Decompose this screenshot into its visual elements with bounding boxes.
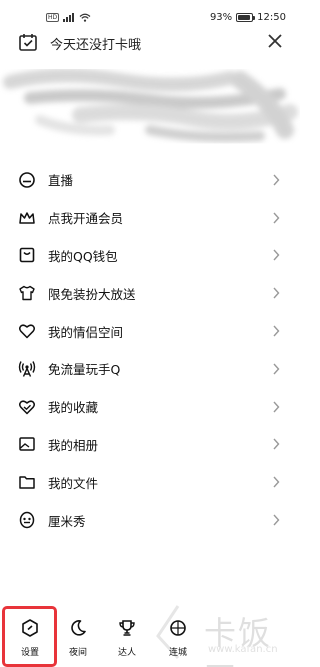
menu-item-free-data[interactable]: 免流量玩手Q	[0, 350, 300, 388]
menu-item-wallet[interactable]: 我的QQ钱包	[0, 237, 300, 275]
heart-icon	[18, 322, 36, 340]
status-time: 12:50	[257, 12, 286, 23]
wallet-icon	[18, 246, 36, 264]
city-icon	[170, 620, 186, 636]
chevron-right-icon	[273, 287, 280, 299]
settings-highlight-box	[2, 606, 57, 667]
moon-icon	[71, 620, 86, 636]
chevron-right-icon	[273, 174, 280, 186]
tab-label: 达人	[117, 648, 136, 658]
calendar-check-icon[interactable]	[18, 32, 38, 52]
battery-level-fill	[238, 15, 251, 20]
menu-item-files[interactable]: 我的文件	[0, 463, 300, 501]
menu-item-label: 点我开通会员	[48, 211, 124, 227]
menu-item-vip[interactable]: 点我开通会员	[0, 199, 300, 237]
menu-item-album[interactable]: 我的相册	[0, 426, 300, 464]
signal-tower-icon	[18, 360, 36, 378]
menu-item-label: 厘米秀	[48, 513, 86, 529]
tab-city[interactable]: 连城	[151, 604, 205, 664]
favorite-heart-icon	[18, 398, 36, 416]
menu-item-dressup[interactable]: 限免装扮大放送	[0, 274, 300, 312]
status-right: 93% 12:50	[210, 12, 286, 23]
battery-percent: 93%	[209, 12, 233, 23]
folder-icon	[18, 473, 36, 491]
battery-icon	[236, 13, 256, 22]
tab-label: 连城	[168, 648, 187, 658]
redacted-banner	[0, 60, 300, 152]
crown-icon	[18, 209, 36, 227]
drawer-menu: 直播 点我开通会员 我的QQ钱包 限免装扮大放送 我的情侣空间 免流量玩手Q 我…	[0, 161, 300, 539]
chevron-right-icon	[273, 212, 280, 224]
menu-item-label: 我的QQ钱包	[48, 248, 118, 264]
chevron-right-icon	[273, 514, 280, 526]
menu-item-label: 我的收藏	[48, 400, 99, 416]
menu-item-label: 我的情侣空间	[48, 324, 124, 340]
chevron-right-icon	[273, 325, 280, 337]
live-icon	[18, 171, 36, 189]
tshirt-icon	[18, 284, 36, 302]
chevron-right-icon	[273, 476, 280, 488]
tab-night-mode[interactable]: 夜间	[51, 604, 105, 664]
status-left: HD	[46, 13, 91, 22]
network-hd-badge: HD	[46, 13, 60, 22]
wifi-icon	[79, 13, 91, 22]
menu-item-label: 我的相册	[48, 437, 99, 453]
bottom-toolbar: 设置 夜间 达人 连城	[0, 604, 300, 667]
trophy-icon	[119, 620, 135, 636]
menu-item-label: 限免装扮大放送	[48, 286, 136, 302]
menu-item-couple-space[interactable]: 我的情侣空间	[0, 312, 300, 350]
header-row: 今天还没打卡哦	[0, 30, 300, 56]
chevron-right-icon	[273, 401, 280, 413]
menu-item-live[interactable]: 直播	[0, 161, 300, 199]
tab-label: 夜间	[68, 648, 87, 658]
menu-item-label: 我的文件	[48, 475, 99, 491]
menu-item-label: 免流量玩手Q	[48, 362, 121, 378]
tab-expert[interactable]: 达人	[100, 604, 154, 664]
menu-item-label: 直播	[48, 173, 74, 189]
chevron-right-icon	[273, 363, 280, 375]
chevron-right-icon	[273, 439, 280, 450]
cmshow-face-icon	[18, 511, 36, 529]
checkin-text[interactable]: 今天还没打卡哦	[50, 34, 141, 53]
status-bar: HD 93% 12:50	[0, 0, 300, 34]
cellular-signal-icon	[63, 13, 75, 22]
album-icon	[18, 435, 36, 453]
chevron-right-icon	[273, 250, 280, 261]
menu-item-cmshow[interactable]: 厘米秀	[0, 501, 300, 539]
menu-item-favorites[interactable]: 我的收藏	[0, 388, 300, 426]
close-icon[interactable]	[266, 32, 284, 50]
